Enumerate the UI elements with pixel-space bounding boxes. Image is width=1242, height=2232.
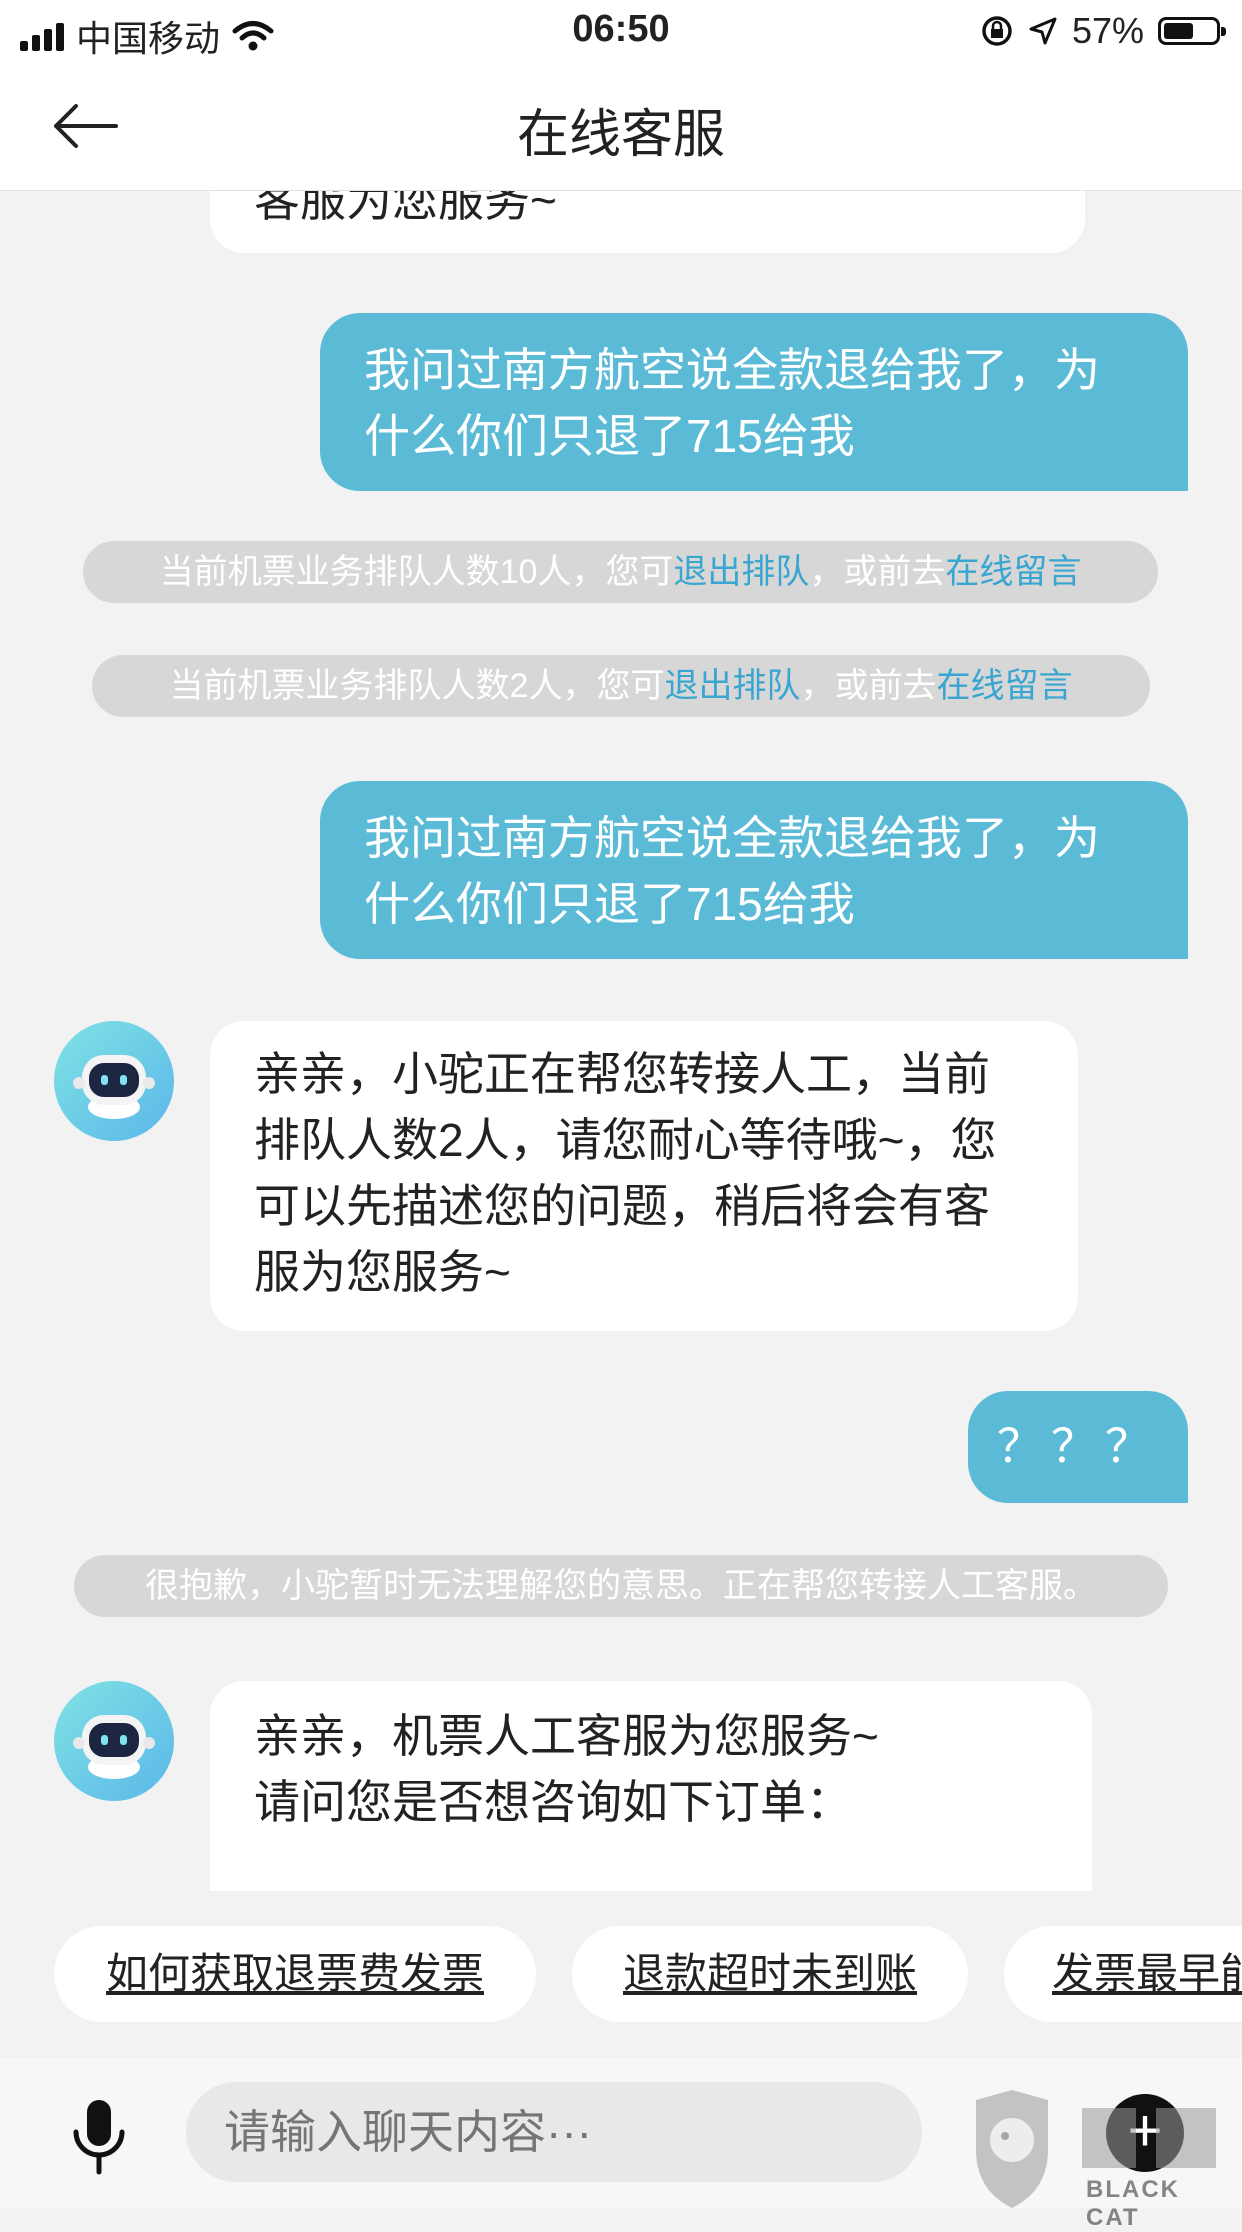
location-arrow-icon [1029, 17, 1057, 45]
online-message-link[interactable]: 在线留言 [945, 553, 1081, 591]
online-message-link[interactable]: 在线留言 [936, 667, 1072, 705]
notice-text: 很抱歉，小驼暂时无法理解您的意思。正在帮您转接人工客服。 [145, 1567, 1097, 1605]
quick-reply-label: 如何获取退票费发票 [105, 1950, 484, 1997]
user-message: 我问过南方航空说全款退给我了，为什么你们只退了715给我 [320, 781, 1188, 959]
microphone-icon[interactable] [68, 2098, 130, 2176]
battery-icon [1158, 17, 1226, 45]
chat-input[interactable] [186, 2082, 922, 2182]
quick-reply-label: 发票最早能 [1052, 1950, 1242, 1997]
system-notice: 很抱歉，小驼暂时无法理解您的意思。正在帮您转接人工客服。 [74, 1555, 1168, 1617]
robot-avatar-icon [73, 1715, 155, 1779]
status-bar: 中国移动 06:50 57% [0, 0, 1242, 62]
battery-percent: 57% [1071, 10, 1144, 51]
message-text: 请问您是否想咨询如下订单： [254, 1776, 852, 1828]
status-right: 57% [980, 10, 1226, 52]
bot-message: 亲亲，机票人工客服为您服务~ 请问您是否想咨询如下订单： [210, 1681, 1092, 1891]
bot-message-partial: 客服为您服务~ [210, 191, 1085, 253]
system-queue-notice: 当前机票业务排队人数10人，您可退出排队，或前去在线留言 [83, 541, 1158, 603]
system-queue-notice: 当前机票业务排队人数2人，您可退出排队，或前去在线留言 [92, 655, 1150, 717]
exit-queue-link[interactable]: 退出排队 [673, 553, 809, 591]
notice-text: 当前机票业务排队人数10人，您可 [159, 553, 674, 591]
quick-reply-chip[interactable]: 如何获取退票费发票 [54, 1926, 536, 2022]
bot-avatar[interactable] [54, 1021, 174, 1141]
message-text: 亲亲，机票人工客服为您服务~ [254, 1710, 879, 1762]
notice-text: ，或前去 [809, 553, 946, 591]
message-text: 客服为您服务~ [254, 191, 557, 226]
nav-bar: 在线客服 [0, 62, 1242, 191]
user-message: ？？？ [968, 1391, 1188, 1503]
user-message: 我问过南方航空说全款退给我了，为什么你们只退了715给我 [320, 313, 1188, 491]
notice-text: 当前机票业务排队人数2人，您可 [169, 667, 665, 705]
message-text: 亲亲，小驼正在帮您转接人工，当前排队人数2人，请您耐心等待哦~，您可以先描述您的… [254, 1048, 997, 1298]
message-text: 我问过南方航空说全款退给我了，为什么你们只退了715给我 [364, 812, 1100, 930]
message-text: 我问过南方航空说全款退给我了，为什么你们只退了715给我 [364, 344, 1100, 462]
chat-area[interactable]: 客服为您服务~ 我问过南方航空说全款退给我了，为什么你们只退了715给我 当前机… [0, 191, 1242, 1891]
quick-reply-label: 退款超时未到账 [622, 1950, 917, 1997]
message-text: ？？？ [997, 1420, 1159, 1472]
quick-reply-chip[interactable]: 退款超时未到账 [572, 1926, 968, 2022]
bot-message: 亲亲，小驼正在帮您转接人工，当前排队人数2人，请您耐心等待哦~，您可以先描述您的… [210, 1021, 1078, 1331]
page-title: 在线客服 [516, 106, 725, 164]
quick-reply-chip[interactable]: 发票最早能 [1004, 1926, 1242, 2022]
robot-avatar-icon [73, 1055, 155, 1119]
exit-queue-link[interactable]: 退出排队 [664, 667, 800, 705]
notice-text: ，或前去 [800, 667, 937, 705]
lock-rotation-icon [982, 16, 1012, 46]
watermark-text: BLACK CAT [1086, 2176, 1180, 2231]
bot-avatar[interactable] [54, 1681, 174, 1801]
